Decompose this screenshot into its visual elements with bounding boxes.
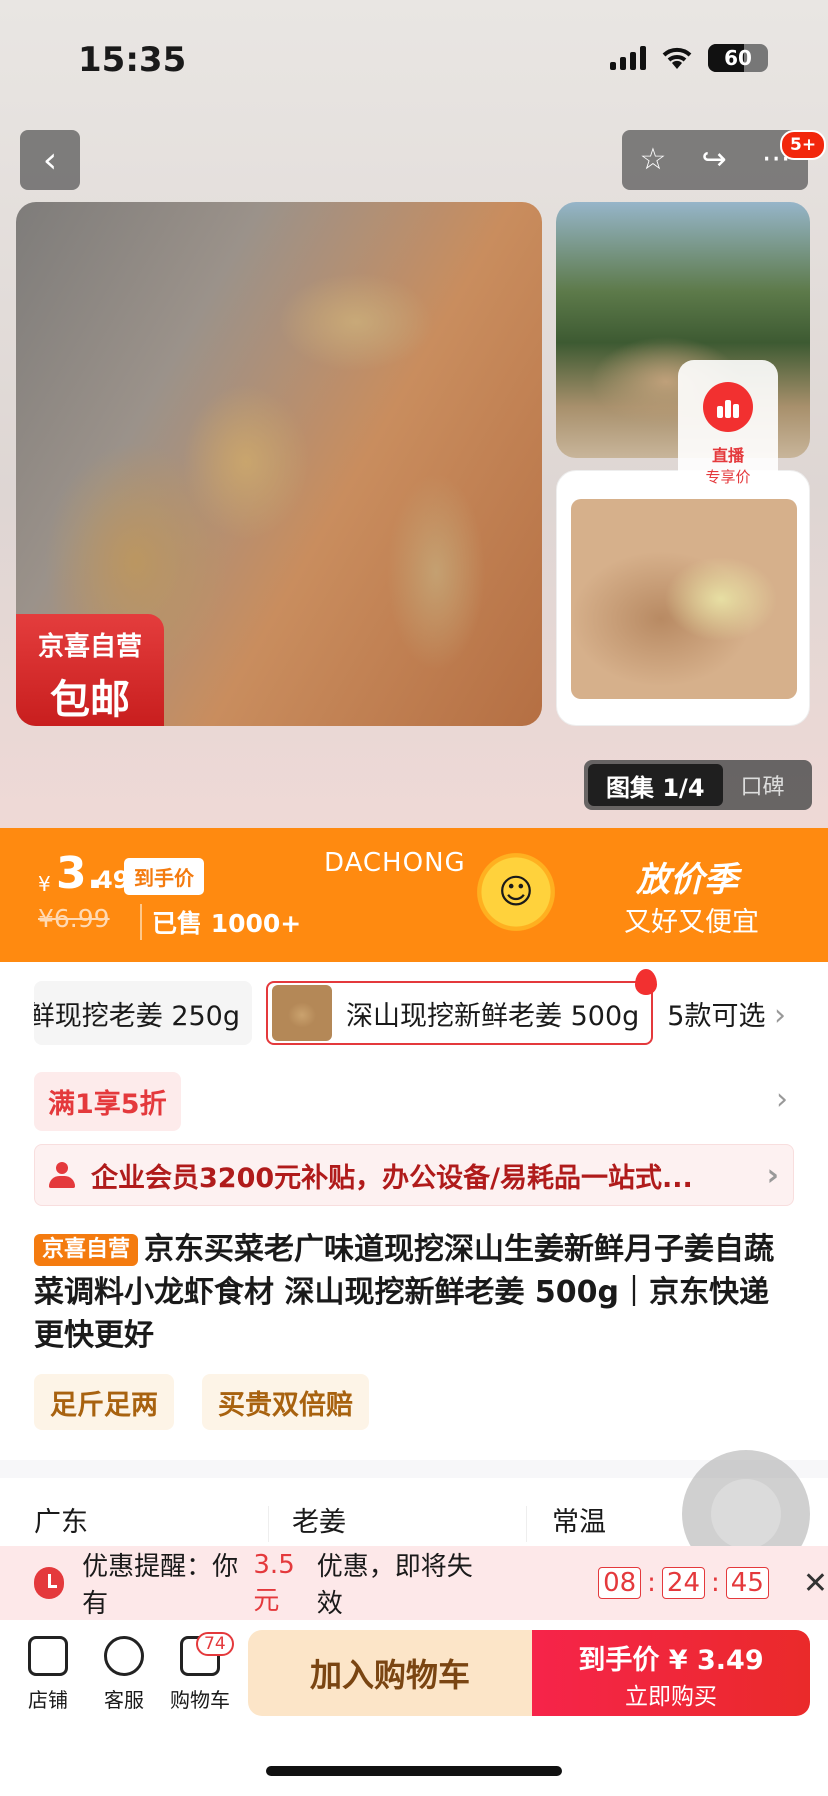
sun-icon: ☺ <box>472 848 560 936</box>
cart-count-badge: 74 <box>196 1632 234 1656</box>
back-button[interactable]: ‹ <box>20 130 80 190</box>
review-tab[interactable]: 口碑 <box>741 769 785 801</box>
campaign-subtitle: 又好又便宜 <box>624 907 759 938</box>
chevron-right-icon[interactable]: › <box>776 1082 788 1117</box>
home-indicator <box>266 1766 562 1776</box>
service-tag[interactable]: 足斤足两 <box>34 1374 174 1430</box>
tag-line2: 包邮 <box>50 677 130 723</box>
attribute-storage: 常温 <box>552 1507 606 1538</box>
star-icon[interactable]: ☆ <box>640 145 667 175</box>
buy-now-button[interactable]: 到手价 ¥ 3.49 立即购买 <box>532 1630 810 1716</box>
add-to-cart-button[interactable]: 加入购物车 <box>248 1630 532 1716</box>
promo-tag[interactable]: 满1享5折 <box>34 1072 181 1131</box>
product-image-3[interactable] <box>556 470 810 726</box>
vip-text: 企业会员3200元补贴，办公设备/易耗品一站式... <box>91 1162 693 1194</box>
signal-icon <box>610 46 646 70</box>
status-time: 15:35 <box>78 40 187 80</box>
status-icons: 60 <box>610 44 768 72</box>
close-icon[interactable]: ✕ <box>803 1566 828 1601</box>
spec-option[interactable]: 鲜现挖老姜 250g <box>34 981 252 1045</box>
campaign-title: 放价季 <box>636 860 738 900</box>
live-label: 直播 <box>711 446 744 465</box>
enterprise-member-banner[interactable]: 企业会员3200元补贴，办公设备/易耗品一站式... › <box>34 1144 794 1206</box>
attribute-separator <box>526 1506 527 1542</box>
customer-service-button[interactable]: 客服 <box>94 1636 154 1713</box>
buy-price: ¥ 3.49 <box>668 1645 764 1676</box>
service-label: 客服 <box>104 1688 144 1712</box>
original-price: ¥6.99 <box>38 904 110 933</box>
buy-price-label: 到手价 <box>578 1645 660 1676</box>
product-title: 京喜自营 京东买菜老广味道现挖深山生姜新鲜月子姜自蔬菜调料小龙虾食材 深山现挖新鲜… <box>34 1228 794 1357</box>
more-specs-button[interactable]: 5款可选 › <box>667 994 786 1033</box>
attribute-origin: 广东 <box>34 1507 88 1538</box>
buy-action-label: 立即购买 <box>625 1684 717 1710</box>
store-label: 店铺 <box>28 1688 68 1712</box>
share-icon[interactable]: ↪ <box>702 145 727 175</box>
live-sublabel: 专享价 <box>705 468 751 486</box>
service-tag[interactable]: 买贵双倍赔 <box>202 1374 369 1430</box>
countdown-hours: 08 <box>598 1567 642 1599</box>
user-icon <box>49 1162 75 1188</box>
attribute-type: 老姜 <box>292 1507 346 1538</box>
currency-symbol: ¥ <box>38 872 51 896</box>
cart-label: 购物车 <box>170 1688 230 1712</box>
spec-option-label: 鲜现挖老姜 250g <box>34 1000 240 1032</box>
spec-option-label: 深山现挖新鲜老姜 500g <box>346 1000 640 1032</box>
chevron-right-icon: › <box>766 1157 779 1193</box>
chevron-left-icon: ‹ <box>42 139 58 181</box>
wifi-icon <box>662 47 692 69</box>
live-icon <box>703 382 753 432</box>
gallery-switch[interactable]: 图集 1/4 口碑 <box>584 760 812 810</box>
reminder-suffix: 优惠，即将失效 <box>316 1552 473 1619</box>
self-operated-tag: 京喜自营 包邮 <box>16 614 164 726</box>
sold-count: 已售 1000+ <box>140 904 301 940</box>
tag-line1: 京喜自营 <box>37 632 142 662</box>
store-button[interactable]: 店铺 <box>18 1636 78 1713</box>
countdown-seconds: 45 <box>725 1567 769 1599</box>
message-badge: 5+ <box>780 130 827 160</box>
discount-reminder[interactable]: 优惠提醒：你有 3.5元 优惠，即将失效 08 : 24 : 45 ✕ <box>0 1546 828 1620</box>
hot-icon <box>635 969 658 995</box>
spec-thumbnail <box>272 985 332 1041</box>
clock-icon <box>34 1567 65 1599</box>
gallery-tab[interactable]: 图集 1/4 <box>588 764 723 806</box>
battery-icon: 60 <box>708 44 768 72</box>
chat-icon <box>104 1636 144 1676</box>
reminder-prefix: 优惠提醒：你有 <box>82 1552 239 1619</box>
spec-selector: 鲜现挖老姜 250g 深山现挖新鲜老姜 500g 5款可选 › <box>34 969 828 1046</box>
self-operated-badge: 京喜自营 <box>34 1234 139 1266</box>
countdown-minutes: 24 <box>661 1567 706 1599</box>
attribute-separator <box>268 1506 269 1542</box>
spec-option-selected[interactable]: 深山现挖新鲜老姜 500g <box>266 969 658 1045</box>
final-price-tag: 到手价 <box>124 858 204 895</box>
campaign-brand: DACHONG <box>324 848 466 878</box>
chevron-right-icon: › <box>774 997 787 1033</box>
reminder-amount: 3.5元 <box>253 1549 295 1616</box>
store-icon <box>28 1636 68 1676</box>
more-specs-label: 5款可选 <box>667 1000 766 1032</box>
live-price-button[interactable]: 直播 专享价 <box>678 360 778 490</box>
product-title-text: 京东买菜老广味道现挖深山生姜新鲜月子姜自蔬菜调料小龙虾食材 深山现挖新鲜老姜 5… <box>34 1232 775 1353</box>
